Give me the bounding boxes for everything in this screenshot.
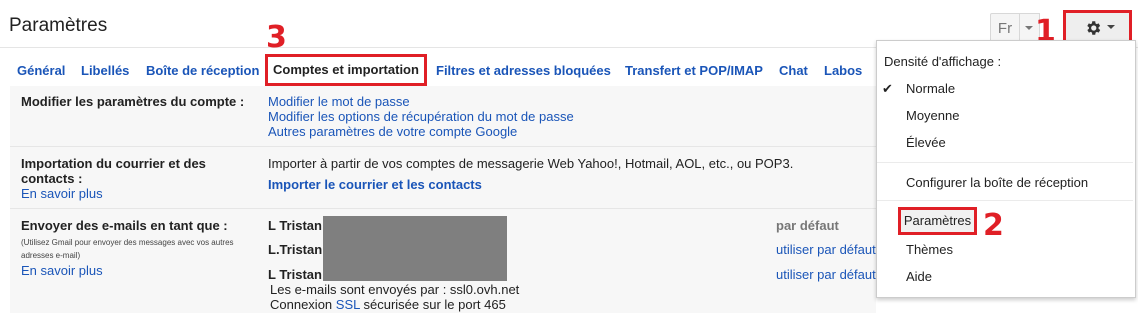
configure-inbox-item[interactable]: Configurer la boîte de réception bbox=[906, 175, 1088, 190]
help-menu-item[interactable]: Aide bbox=[906, 269, 932, 284]
send-as-name: L.Tristan bbox=[268, 242, 323, 257]
check-icon: ✔ bbox=[882, 81, 893, 96]
redacted-email-block bbox=[323, 216, 507, 281]
ssl-link[interactable]: SSL bbox=[336, 297, 360, 312]
tab-labels[interactable]: Libellés bbox=[81, 63, 129, 78]
import-description: Importer à partir de vos comptes de mess… bbox=[268, 156, 794, 171]
account-settings-label: Modifier les paramètres du compte : bbox=[21, 94, 245, 109]
tab-labs[interactable]: Labos bbox=[824, 63, 862, 78]
menu-divider bbox=[877, 162, 1133, 163]
density-high[interactable]: Élevée bbox=[906, 135, 946, 150]
send-as-name: L Tristan bbox=[268, 267, 322, 282]
tab-chat[interactable]: Chat bbox=[779, 63, 808, 78]
page-title: Paramètres bbox=[9, 15, 108, 36]
default-label: par défaut bbox=[776, 218, 839, 233]
change-recovery-link[interactable]: Modifier les options de récupération du … bbox=[268, 109, 574, 124]
tab-inbox[interactable]: Boîte de réception bbox=[146, 63, 259, 78]
row-divider bbox=[10, 146, 876, 147]
send-as-note-line1: (Utilisez Gmail pour envoyer des message… bbox=[21, 238, 234, 247]
tab-general[interactable]: Général bbox=[17, 63, 65, 78]
change-password-link[interactable]: Modifier le mot de passe bbox=[268, 94, 410, 109]
import-learn-more-link[interactable]: En savoir plus bbox=[21, 186, 103, 201]
send-as-label: Envoyer des e-mails en tant que : bbox=[21, 218, 228, 233]
import-label-line2: contacts : bbox=[21, 171, 83, 186]
density-medium[interactable]: Moyenne bbox=[906, 108, 959, 123]
density-header: Densité d'affichage : bbox=[884, 54, 1002, 69]
gear-icon bbox=[1087, 21, 1101, 35]
connection-info: Connexion SSL sécurisée sur le port 465 bbox=[270, 297, 506, 312]
settings-menu-item[interactable]: Paramètres bbox=[898, 207, 977, 235]
density-normal[interactable]: Normale bbox=[906, 81, 955, 96]
language-button[interactable]: Fr bbox=[990, 13, 1020, 42]
google-account-settings-link[interactable]: Autres paramètres de votre compte Google bbox=[268, 124, 517, 139]
settings-gear-button[interactable] bbox=[1063, 10, 1132, 43]
import-mail-contacts-link[interactable]: Importer le courrier et les contacts bbox=[268, 177, 482, 192]
send-as-name: L Tristan bbox=[268, 218, 322, 233]
tab-filters[interactable]: Filtres et adresses bloquées bbox=[436, 63, 611, 78]
make-default-link[interactable]: utiliser par défaut bbox=[776, 267, 876, 282]
chevron-down-icon bbox=[1107, 25, 1115, 29]
make-default-link[interactable]: utiliser par défaut bbox=[776, 242, 876, 257]
annotation-3: 3 bbox=[266, 20, 287, 55]
menu-divider bbox=[877, 200, 1133, 201]
settings-dropdown-menu bbox=[876, 40, 1136, 298]
import-label-line1: Importation du courrier et des bbox=[21, 156, 206, 171]
send-as-learn-more-link[interactable]: En savoir plus bbox=[21, 263, 103, 278]
themes-menu-item[interactable]: Thèmes bbox=[906, 242, 953, 257]
row-divider bbox=[10, 208, 876, 209]
smtp-server-text: Les e-mails sont envoyés par : ssl0.ovh.… bbox=[270, 282, 520, 297]
tab-forwarding[interactable]: Transfert et POP/IMAP bbox=[625, 63, 763, 78]
tab-accounts-import[interactable]: Comptes et importation bbox=[265, 54, 427, 86]
annotation-2: 2 bbox=[983, 208, 1004, 243]
send-as-note-line2: adresses e-mail) bbox=[21, 251, 81, 260]
